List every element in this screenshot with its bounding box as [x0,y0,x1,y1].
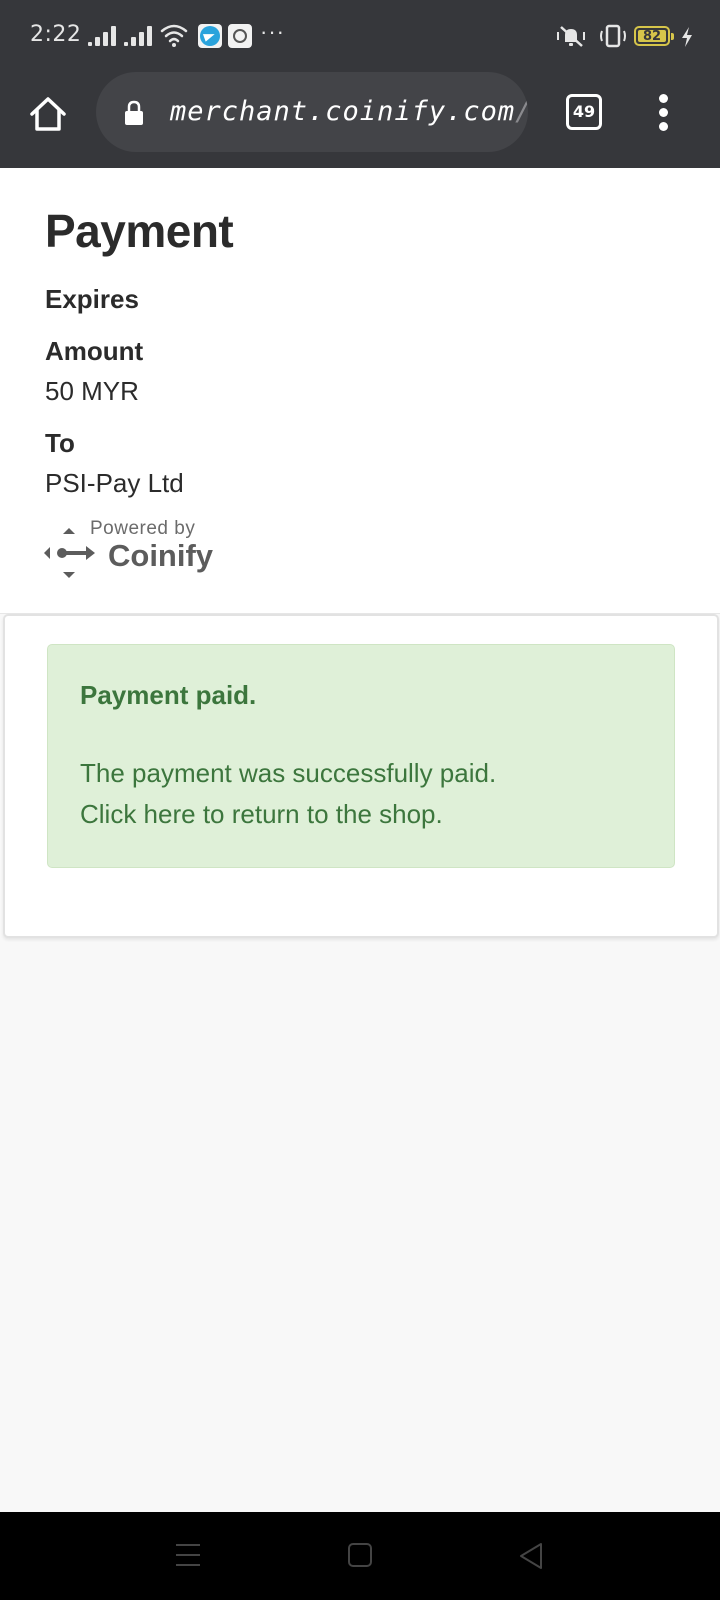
coinify-brand: Coinify [108,538,214,573]
powered-by-coinify: Powered by Coinify [40,516,240,586]
app-icon [228,24,252,48]
home-icon[interactable] [26,92,70,136]
status-time: 2:22 [30,22,82,47]
tab-switcher-button[interactable]: 49 [566,94,602,130]
charging-icon [682,27,692,47]
more-notifications-icon: ··· [260,19,285,44]
browser-toolbar: merchant.coinify.com/p 49 [0,70,720,168]
signal-icon-2 [124,26,152,46]
address-bar[interactable]: merchant.coinify.com/p [96,72,528,152]
alert-message: The payment was successfully paid. [80,758,497,788]
back-button[interactable] [518,1542,544,1570]
status-bar: 2:22 ··· 82 [0,0,720,70]
recent-apps-button[interactable] [176,1544,200,1566]
telegram-icon [198,24,222,48]
wifi-icon [160,24,188,47]
battery-icon: 82 [634,26,674,46]
page-title: Payment [45,205,234,257]
alert-title: Payment paid. [80,680,257,710]
home-button[interactable] [348,1543,372,1567]
success-alert: Payment paid. The payment was successful… [47,644,675,868]
url-tail: /p [515,96,528,127]
vibrate-icon [600,24,626,48]
url-text: merchant.coinify.com/p [170,96,528,127]
payment-info-card: Payment Expires Amount 50 MYR To PSI-Pay… [0,168,720,614]
payment-status-card: Payment paid. The payment was successful… [3,614,719,938]
amount-label: Amount [45,336,144,366]
system-nav-bar [0,1512,720,1600]
return-to-shop-link[interactable]: Click here to return to the shop. [80,799,443,830]
expires-label: Expires [45,284,139,314]
battery-level: 82 [642,29,662,44]
vibrate-mute-icon [557,26,585,47]
url-host: merchant.coinify.com [170,96,516,127]
signal-icon [88,26,116,46]
powered-by-text: Powered by [90,518,196,539]
amount-value: 50 MYR [45,376,139,406]
to-label: To [45,428,75,458]
to-value: PSI-Pay Ltd [45,468,184,498]
lock-icon [125,100,143,125]
browser-menu-icon[interactable] [650,92,678,132]
